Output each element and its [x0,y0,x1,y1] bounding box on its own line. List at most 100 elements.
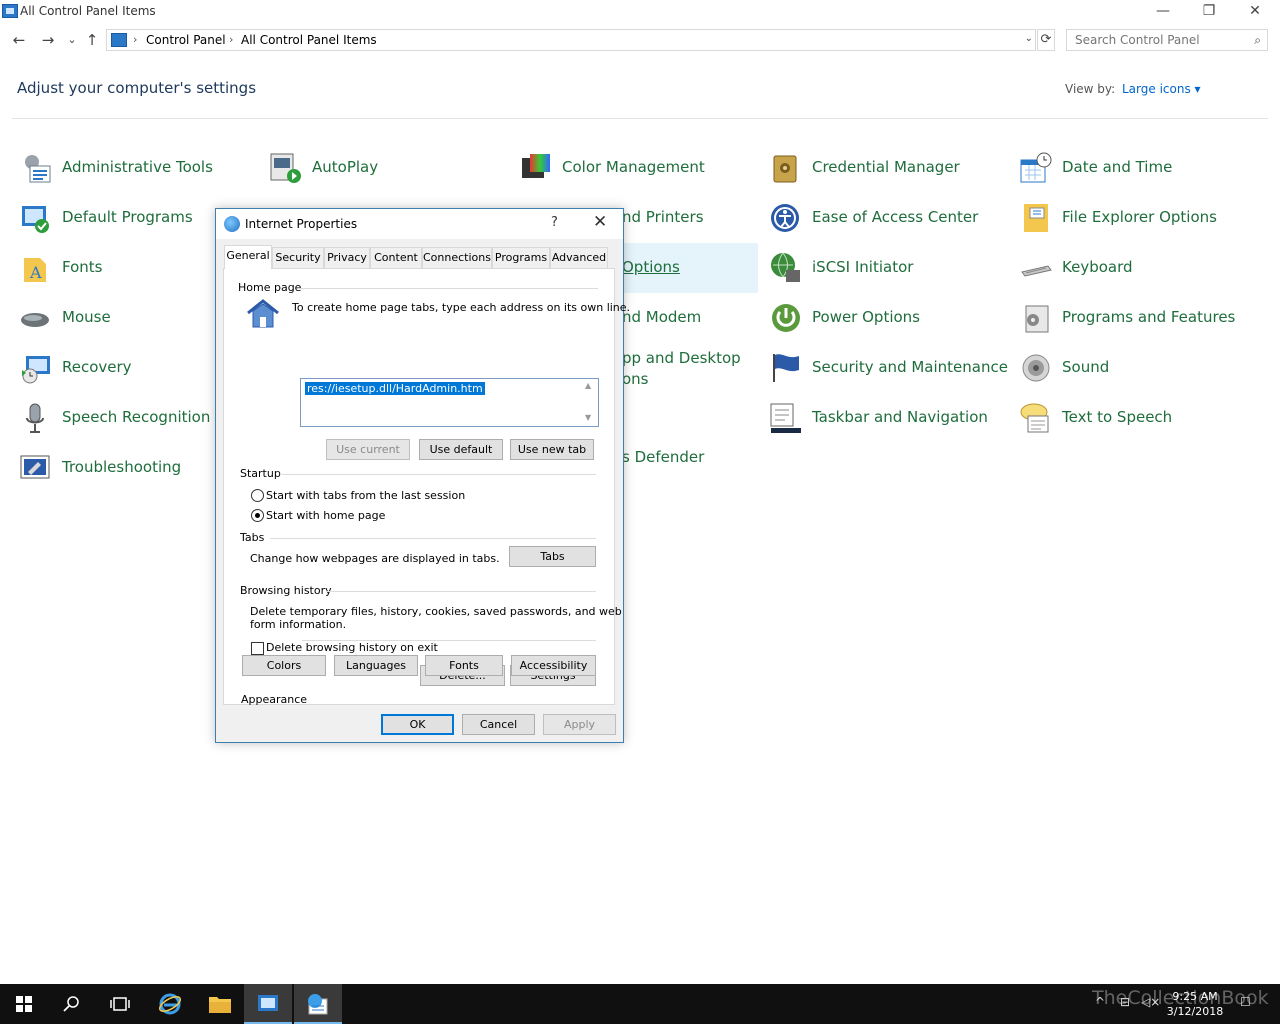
item-power-options[interactable]: Power Options [770,293,1010,343]
delete-on-exit-label[interactable]: Delete browsing history on exit [266,641,438,654]
action-center-icon[interactable]: ☐ [1240,995,1251,1009]
tab-advanced[interactable]: Advanced [550,247,608,268]
item-administrative-tools[interactable]: Administrative Tools [20,143,260,193]
item-text-to-speech[interactable]: Text to Speech [1020,393,1260,443]
dialog-title-bar[interactable]: Internet Properties ? ✕ [216,209,623,239]
minimize-button[interactable]: — [1140,0,1186,24]
option-home-page-label[interactable]: Start with home page [266,509,385,522]
item-date-time[interactable]: Date and Time [1020,143,1260,193]
up-button[interactable]: ↑ [81,30,103,50]
home-page-hint: To create home page tabs, type each addr… [292,301,631,314]
chevron-down-icon[interactable]: ⌄ [1025,33,1033,44]
page-title: Adjust your computer's settings [17,79,257,97]
view-by-dropdown[interactable]: Large icons ▾ [1122,82,1201,96]
use-default-button[interactable]: Use default [419,439,503,460]
item-color-management[interactable]: Color Management [520,143,760,193]
radio-home-page[interactable] [251,509,264,522]
address-bar[interactable]: › Control Panel › All Control Panel Item… [106,29,1036,51]
item-iscsi-initiator[interactable]: iSCSI Initiator [770,243,1010,293]
group-home-page: Home page [238,281,302,294]
use-new-tab-button[interactable]: Use new tab [510,439,594,460]
network-icon[interactable]: ⊟ [1120,995,1130,1009]
item-file-explorer-options[interactable]: File Explorer Options [1020,193,1260,243]
back-button[interactable]: ← [8,30,30,50]
item-label: pp and Desktop [622,349,741,367]
use-current-button[interactable]: Use current [326,439,410,460]
mouse-icon [21,313,49,327]
item-credential-manager[interactable]: Credential Manager [770,143,1010,193]
start-button[interactable] [0,984,48,1024]
file-explorer-taskbar[interactable] [196,984,244,1024]
item-taskbar-navigation[interactable]: Taskbar and Navigation [770,393,1010,443]
ease-of-access-icon [771,204,799,232]
accessibility-button[interactable]: Accessibility [511,655,596,676]
search-input[interactable] [1073,31,1243,49]
internet-explorer-taskbar[interactable] [146,984,194,1024]
search-icon[interactable]: ⌕ [1254,33,1261,48]
item-ease-of-access[interactable]: Ease of Access Center [770,193,1010,243]
group-divider [302,640,596,641]
ok-button[interactable]: OK [381,714,454,735]
task-view-button[interactable] [96,984,144,1024]
item-label: Fonts [62,258,103,276]
colors-button[interactable]: Colors [242,655,326,676]
internet-properties-dialog: Internet Properties ? ✕ General Security… [215,208,630,743]
textarea-scrollbar[interactable]: ▲ ▼ [582,379,598,426]
item-label: Text to Speech [1062,408,1173,426]
tab-programs[interactable]: Programs [492,247,550,268]
breadcrumb-separator[interactable]: › [229,33,233,46]
item-autoplay[interactable]: AutoPlay [270,143,510,193]
delete-on-exit-checkbox[interactable] [251,642,264,655]
tab-connections[interactable]: Connections [422,247,492,268]
group-appearance: Appearance [241,693,308,706]
home-icon [247,299,279,328]
cancel-button[interactable]: Cancel [462,714,535,735]
item-label: File Explorer Options [1062,208,1217,226]
item-label: Administrative Tools [62,158,213,176]
group-tabs: Tabs [240,531,265,544]
languages-button[interactable]: Languages [334,655,418,676]
forward-button[interactable]: → [37,30,59,50]
radio-last-session[interactable] [251,489,264,502]
item-sound[interactable]: Sound [1020,343,1260,393]
refresh-button[interactable]: ⟳ [1037,29,1055,51]
volume-icon[interactable]: ◁× [1141,995,1160,1009]
control-panel-taskbar[interactable] [244,984,292,1024]
item-programs-features[interactable]: Programs and Features [1020,293,1260,343]
scroll-down-icon[interactable]: ▼ [585,413,591,422]
fonts-icon: A [24,258,46,282]
dialog-close-button[interactable]: ✕ [593,212,607,232]
breadcrumb-control-panel[interactable]: Control Panel [146,33,226,47]
recent-locations-button[interactable]: ⌄ [61,30,83,50]
search-taskbar-button[interactable] [48,984,96,1024]
item-label: Credential Manager [812,158,960,176]
search-icon [63,996,79,1012]
close-window-button[interactable]: ✕ [1232,0,1278,24]
window-title: All Control Panel Items [20,4,156,18]
tab-general[interactable]: General [224,245,272,269]
tabs-settings-button[interactable]: Tabs [509,546,596,567]
security-maintenance-icon [773,354,799,382]
scroll-up-icon[interactable]: ▲ [585,381,591,390]
color-management-icon [522,154,550,178]
tab-privacy[interactable]: Privacy [324,247,370,268]
fonts-button[interactable]: Fonts [425,655,503,676]
apply-button[interactable]: Apply [543,714,616,735]
tab-content[interactable]: Content [370,247,422,268]
show-hidden-icons-icon[interactable]: ^ [1095,995,1105,1009]
breadcrumb-separator[interactable]: › [133,33,137,46]
control-panel-icon [2,4,18,18]
search-box[interactable]: ⌕ [1066,29,1268,51]
home-page-textarea[interactable]: res://iesetup.dll/HardAdmin.htm ▲ ▼ [300,378,599,427]
system-clock[interactable]: 9:25 AM 3/12/2018 [1160,989,1230,1019]
help-button[interactable]: ? [551,215,558,230]
option-last-session-label[interactable]: Start with tabs from the last session [266,489,465,502]
programs-features-icon [1025,305,1049,333]
iscsi-initiator-icon [771,252,800,282]
tab-security[interactable]: Security [272,247,324,268]
breadcrumb-all-items[interactable]: All Control Panel Items [241,33,377,47]
item-security-maintenance[interactable]: Security and Maintenance [770,343,1010,393]
restore-button[interactable]: ❐ [1186,0,1232,24]
item-keyboard[interactable]: Keyboard [1020,243,1260,293]
internet-properties-taskbar[interactable] [294,984,342,1024]
